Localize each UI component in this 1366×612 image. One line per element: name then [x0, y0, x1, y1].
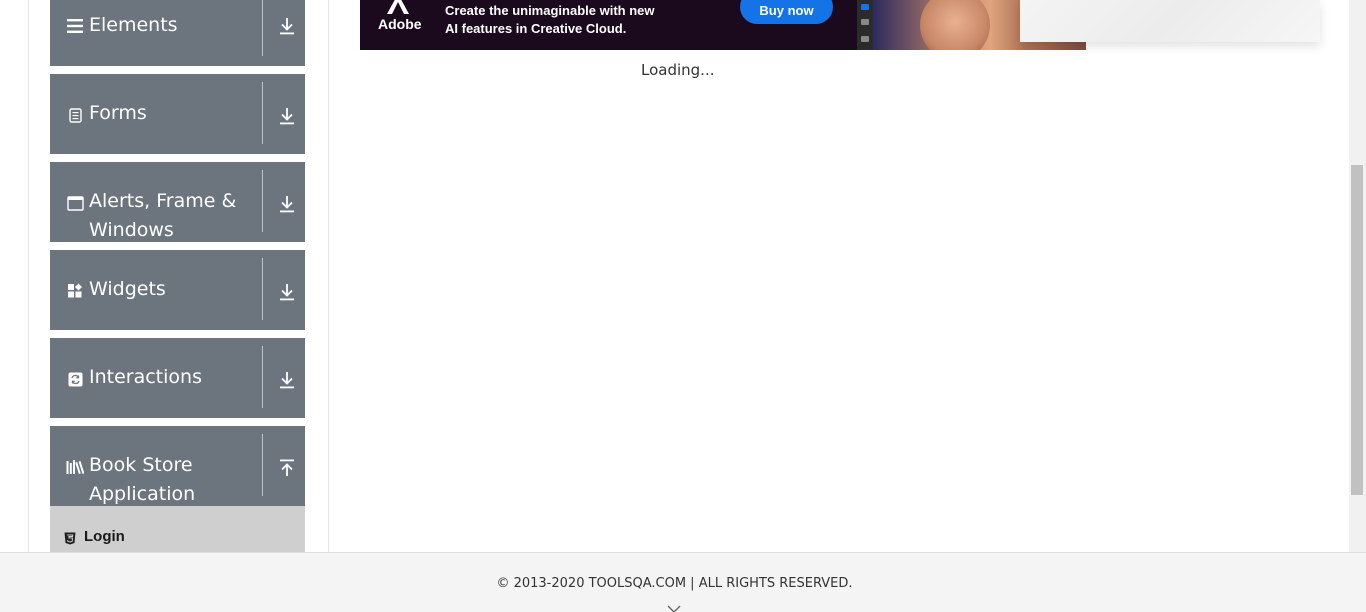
ad-copy: Create the unimaginable with new AI feat… [445, 2, 654, 38]
footer-copyright: © 2013-2020 TOOLSQA.COM | ALL RIGHTS RES… [496, 576, 853, 591]
loading-text: Loading... [641, 61, 715, 79]
group-divider [262, 170, 263, 232]
group-divider [262, 434, 263, 496]
sidebar-item-login[interactable]: Login [50, 506, 305, 554]
group-title-forms: Forms [89, 102, 147, 124]
group-title-interactions: Interactions [89, 366, 202, 388]
page-left-border [28, 0, 29, 552]
download-arrow-icon[interactable] [276, 369, 298, 391]
ad-line-2: AI features in Creative Cloud. [445, 21, 627, 36]
group-header-book-store-application[interactable]: Book Store Application [50, 426, 305, 506]
widgets-icon [66, 282, 84, 300]
download-arrow-icon[interactable] [276, 193, 298, 215]
sidebar-right-border [328, 0, 329, 552]
ad-portrait-image [920, 0, 990, 50]
interactions-icon [66, 370, 84, 388]
toolbar-tool-icon [861, 36, 869, 42]
toolbar-tool-icon [861, 19, 869, 25]
group-divider [262, 258, 263, 320]
group-title-book-store-application: Book Store Application [89, 454, 196, 505]
books-icon [66, 458, 84, 476]
group-title-elements: Elements [89, 14, 178, 36]
footer: © 2013-2020 TOOLSQA.COM | ALL RIGHTS RES… [0, 552, 1366, 612]
group-header-interactions[interactable]: Interactions [50, 338, 305, 418]
chevron-down-icon[interactable] [667, 599, 681, 612]
hamburger-icon [66, 17, 84, 35]
buy-now-button[interactable]: Buy now [740, 0, 833, 24]
group-title-widgets: Widgets [89, 278, 166, 300]
group-header-widgets[interactable]: Widgets [50, 250, 305, 330]
group-header-alerts-frame-windows[interactable]: Alerts, Frame & Windows [50, 162, 305, 242]
ad-line-1: Create the unimaginable with new [445, 3, 655, 18]
group-divider [262, 0, 263, 56]
download-arrow-icon[interactable] [276, 15, 298, 37]
group-divider [262, 82, 263, 144]
upload-arrow-icon[interactable] [276, 457, 298, 479]
html5-icon [64, 530, 78, 545]
group-header-elements[interactable]: Elements [50, 0, 305, 66]
ad-brand: Adobe [378, 16, 422, 32]
group-divider [262, 346, 263, 408]
vertical-scrollbar[interactable] [1349, 0, 1366, 552]
group-title-alerts-frame-windows: Alerts, Frame & Windows [89, 190, 237, 241]
ad-banner[interactable]: Adobe Create the unimaginable with new A… [360, 0, 1086, 50]
scrollbar-thumb[interactable] [1351, 165, 1363, 495]
ad-side-panel [1020, 0, 1320, 42]
group-header-forms[interactable]: Forms [50, 74, 305, 154]
window-icon [66, 194, 84, 212]
ad-image-toolbar [857, 0, 873, 50]
document-icon [66, 106, 84, 124]
download-arrow-icon[interactable] [276, 105, 298, 127]
sidebar-item-label: Login [84, 528, 125, 545]
download-arrow-icon[interactable] [276, 281, 298, 303]
toolbar-tool-icon [861, 4, 869, 10]
